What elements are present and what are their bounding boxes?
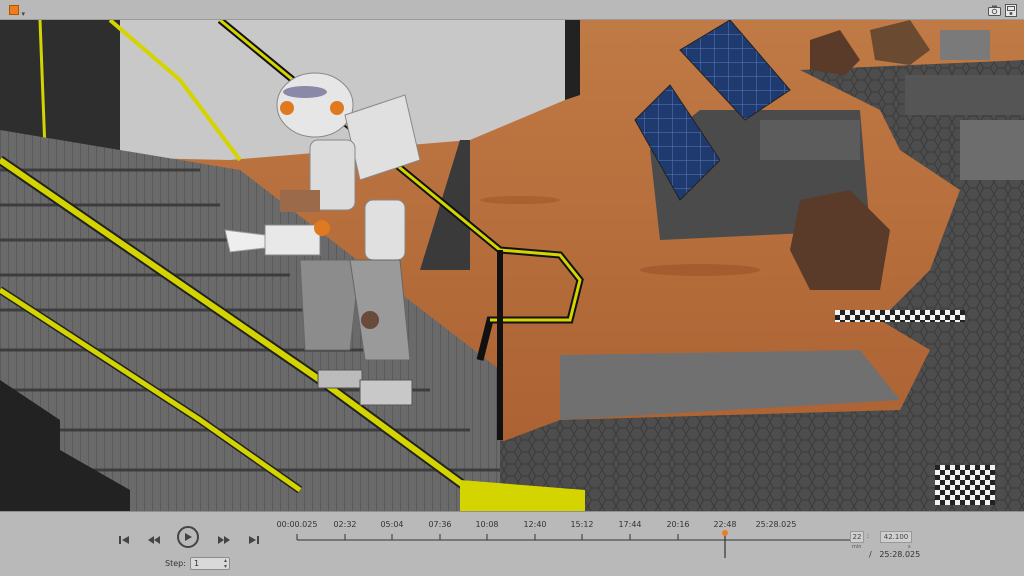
sim-time-seconds: 42.100 (880, 531, 912, 543)
video-record-icon (1005, 3, 1017, 17)
chevron-down-icon: ▾ (21, 10, 25, 18)
timeline-ticks (296, 534, 858, 540)
total-time-value: 25:28.025 (879, 550, 921, 559)
video-record-button[interactable] (1003, 3, 1019, 17)
log-playback-window: ▾ Step: 1 ▴ ▾ 00:00.025 02:32 05:04 07:3… (0, 0, 1024, 576)
total-time: / 25:28.025 (869, 550, 920, 559)
view-angle-button[interactable]: ▾ (6, 3, 25, 18)
screenshot-button[interactable] (986, 3, 1002, 17)
timeline-playhead[interactable] (722, 530, 728, 558)
timeline-slider[interactable] (0, 512, 1024, 576)
total-time-prefix: / (869, 550, 872, 559)
top-toolbar: ▾ (0, 0, 1024, 20)
camera-icon (987, 5, 1001, 16)
view-angle-icon (9, 5, 19, 15)
3d-scene-viewport[interactable] (0, 20, 1024, 511)
playback-control-panel: Step: 1 ▴ ▾ 00:00.025 02:32 05:04 07:36 10:08… (0, 511, 1024, 576)
minutes-unit: min (852, 544, 862, 550)
time-separator: : (867, 532, 870, 540)
sim-time-minutes: 22 (850, 531, 864, 543)
